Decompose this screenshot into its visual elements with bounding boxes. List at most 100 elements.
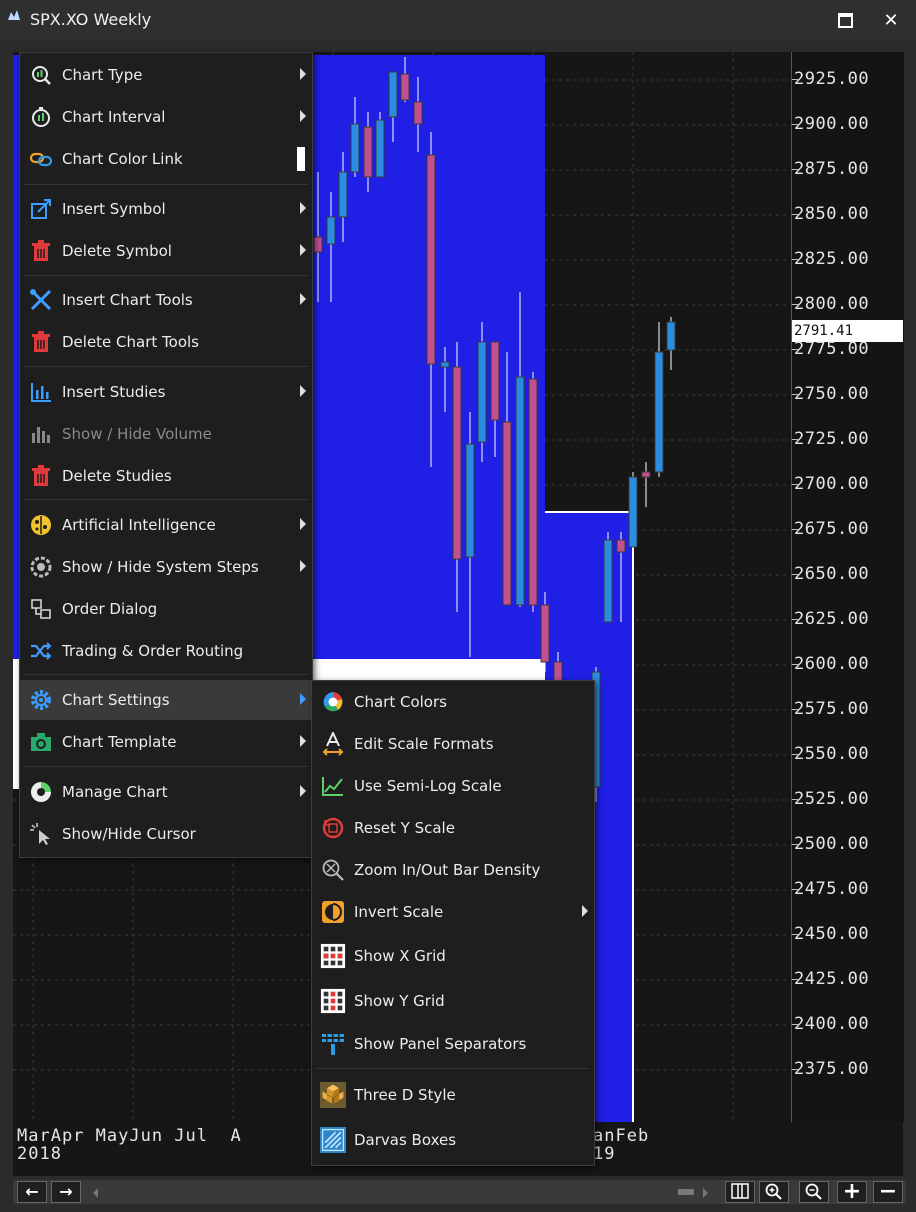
menu-item-chart-type[interactable]: Chart Type [20,55,312,95]
price-label: 2850.00 [794,204,870,224]
menu-item-label: Trading & Order Routing [62,642,244,660]
zoom-out-icon [805,1183,822,1200]
submenu-item-edit-scale-formats[interactable]: Edit Scale Formats [312,724,594,764]
price-label: 2475.00 [794,879,870,899]
reset-scale-icon [320,816,346,840]
submenu-arrow-icon [582,905,588,917]
submenu-item-zoom-in-out-bar-density[interactable]: Zoom In/Out Bar Density [312,850,594,890]
close-button[interactable]: ✕ [876,6,906,34]
submenu-item-three-d-style[interactable]: Three D Style [312,1075,594,1115]
menu-item-label: Order Dialog [62,600,158,618]
submenu-arrow-icon [300,785,306,797]
menu-item-label: Darvas Boxes [354,1131,457,1149]
menu-item-insert-chart-tools[interactable]: Insert Chart Tools [20,280,312,320]
zoom-in-button[interactable] [759,1181,789,1203]
order-dialog-icon [28,597,54,621]
price-label: 2875.00 [794,159,870,179]
candle-body [528,378,538,606]
date-year-right-label: 19 [593,1144,616,1164]
menu-item-delete-chart-tools[interactable]: Delete Chart Tools [20,322,312,362]
menu-item-chart-color-link[interactable]: Chart Color Link [20,139,312,179]
price-label: 2625.00 [794,609,870,629]
menu-separator [316,1068,590,1069]
menu-item-trading-order-routing[interactable]: Trading & Order Routing [20,631,312,671]
candle-body [326,216,336,245]
submenu-item-invert-scale[interactable]: Invert Scale [312,892,594,932]
candle-body [426,154,436,365]
menu-item-chart-template[interactable]: Chart Template [20,722,312,762]
scrollbar-thumb[interactable] [678,1189,694,1195]
three-d-icon [320,1082,346,1108]
remove-panel-button[interactable]: − [873,1181,903,1203]
menu-item-label: Invert Scale [354,903,444,921]
menu-item-manage-chart[interactable]: Manage Chart [20,772,312,812]
menu-item-show-hide-cursor[interactable]: Show/Hide Cursor [20,814,312,854]
submenu-item-show-y-grid[interactable]: Show Y Grid [312,981,594,1021]
menu-item-delete-symbol[interactable]: Delete Symbol [20,231,312,271]
submenu-item-show-x-grid[interactable]: Show X Grid [312,936,594,976]
add-panel-button[interactable]: + [837,1181,867,1203]
candle-body [490,341,500,421]
menu-item-insert-studies[interactable]: Insert Studies [20,372,312,412]
menu-separator [24,766,308,767]
candle-body [388,71,398,118]
candle-body [313,236,323,253]
darvas-icon [320,1127,346,1153]
menu-item-label: Chart Color Link [62,150,183,168]
menu-item-chart-settings[interactable]: Chart Settings [20,680,312,720]
maximize-icon [837,12,853,28]
zoom-out-button[interactable] [799,1181,829,1203]
candle-body [540,604,550,663]
menu-item-label: Three D Style [354,1086,456,1104]
scrollbar-right-arrow-icon[interactable] [703,1188,708,1198]
menu-item-label: Zoom In/Out Bar Density [354,861,541,879]
menu-item-label: Chart Type [62,66,143,84]
submenu-item-reset-y-scale[interactable]: Reset Y Scale [312,808,594,848]
submenu-item-darvas-boxes[interactable]: Darvas Boxes [312,1120,594,1160]
bar-density-button[interactable] [725,1181,755,1203]
scrollbar-left-arrow-icon[interactable] [93,1188,98,1198]
y-grid-icon [320,988,346,1014]
submenu-item-chart-colors[interactable]: Chart Colors [312,682,594,722]
trash-icon [28,330,54,354]
menu-item-label: Insert Studies [62,383,166,401]
date-months-right-label: anFeb [593,1126,650,1146]
submenu-arrow-icon [300,293,306,305]
price-label: 2750.00 [794,384,870,404]
menu-item-order-dialog[interactable]: Order Dialog [20,589,312,629]
menu-item-label: Edit Scale Formats [354,735,494,753]
menu-item-show-hide-volume: Show / Hide Volume [20,414,312,454]
submenu-item-use-semi-log-scale[interactable]: Use Semi-Log Scale [312,766,594,806]
plus-icon: + [842,1179,862,1204]
candle-body [350,123,360,173]
price-axis[interactable]: 2791.41 2925.00 2900.00 2875.00 2850.00 2825… [791,52,904,1122]
submenu-item-show-panel-separators[interactable]: Show Panel Separators [312,1024,594,1064]
menu-item-chart-interval[interactable]: Chart Interval [20,97,312,137]
menu-item-delete-studies[interactable]: Delete Studies [20,456,312,496]
maximize-button[interactable] [830,6,860,34]
x-grid-icon [320,943,346,969]
price-label: 2375.00 [794,1059,870,1079]
menu-item-label: Manage Chart [62,783,168,801]
candle-body [440,361,450,368]
window-title: SPX.XO Weekly [30,10,152,29]
insert-symbol-icon [28,197,54,221]
title-bar: SPX.XO Weekly ✕ [0,0,916,40]
price-label: 2925.00 [794,69,870,89]
scroll-back-button[interactable]: ← [17,1181,47,1203]
candle-body [400,73,410,101]
menu-item-insert-symbol[interactable]: Insert Symbol [20,189,312,229]
submenu-arrow-icon [300,244,306,256]
candle-body [477,341,487,443]
menu-item-artificial-intelligence[interactable]: Artificial Intelligence [20,505,312,545]
candle-body [654,351,664,473]
menu-item-show-hide-system-steps[interactable]: Show / Hide System Steps [20,547,312,587]
candle-body [603,539,613,623]
link-icon [28,147,54,171]
candle-body [413,101,423,125]
menu-item-label: Chart Settings [62,691,170,709]
bottom-toolbar: ← → + − [13,1180,906,1204]
candle-body [363,126,373,178]
toggle-indicator[interactable] [297,147,305,171]
scroll-forward-button[interactable]: → [51,1181,81,1203]
